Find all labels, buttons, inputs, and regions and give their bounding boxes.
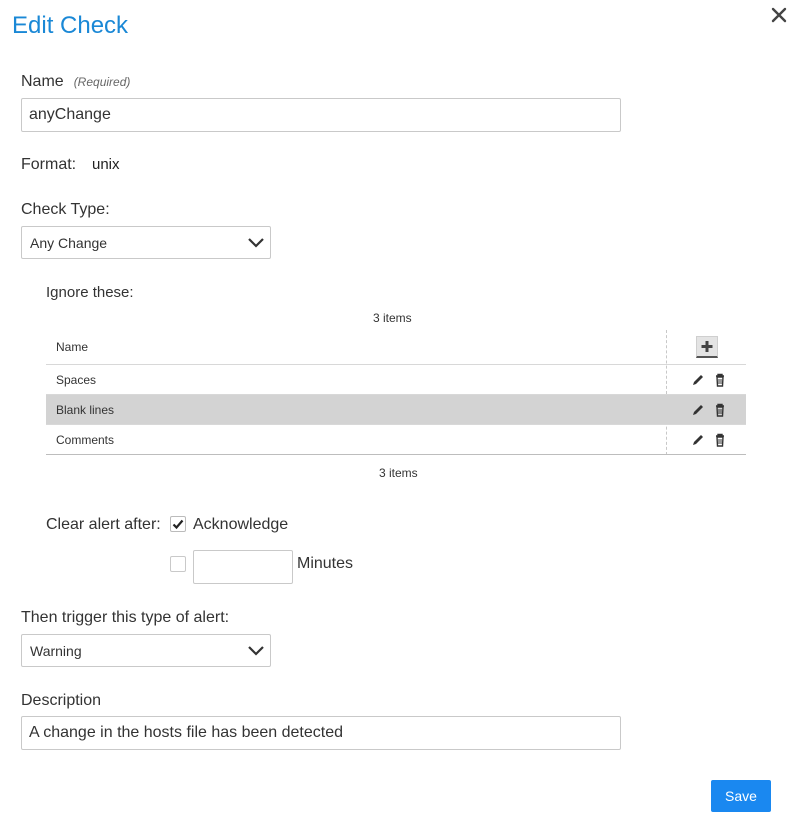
close-icon[interactable] bbox=[768, 4, 790, 26]
add-item-button[interactable] bbox=[696, 336, 718, 358]
checkmark-icon bbox=[172, 519, 184, 530]
table-row[interactable]: Blank lines bbox=[46, 395, 746, 425]
name-label-group: Name (Required) bbox=[21, 73, 130, 91]
ignore-label: Ignore these: bbox=[46, 284, 134, 301]
pencil-icon[interactable] bbox=[691, 373, 705, 387]
check-type-select[interactable]: Any Change bbox=[21, 226, 271, 259]
trash-icon[interactable] bbox=[713, 403, 727, 417]
acknowledge-label: Acknowledge bbox=[193, 516, 289, 533]
alert-type-select[interactable]: Warning bbox=[21, 634, 271, 667]
trash-icon[interactable] bbox=[713, 373, 727, 387]
chevron-down-icon bbox=[248, 646, 264, 656]
minutes-checkbox[interactable] bbox=[170, 556, 186, 572]
required-hint: (Required) bbox=[73, 75, 131, 89]
plus-icon bbox=[701, 341, 713, 352]
check-type-value: Any Change bbox=[30, 234, 108, 251]
column-header-name: Name bbox=[56, 340, 89, 354]
items-count-top: 3 items bbox=[373, 311, 412, 325]
name-label: Name bbox=[21, 73, 64, 90]
format-value: unix bbox=[92, 156, 120, 173]
alert-type-value: Warning bbox=[30, 642, 82, 659]
alert-type-label: Then trigger this type of alert: bbox=[21, 609, 230, 626]
row-name: Spaces bbox=[56, 373, 97, 387]
description-input[interactable] bbox=[21, 716, 621, 750]
chevron-down-icon bbox=[248, 238, 264, 248]
acknowledge-checkbox[interactable] bbox=[170, 516, 186, 532]
minutes-label: Minutes bbox=[297, 555, 354, 572]
trash-icon[interactable] bbox=[713, 433, 727, 447]
table-row[interactable]: Comments bbox=[46, 425, 746, 455]
clear-alert-label: Clear alert after: bbox=[46, 516, 161, 533]
table-row[interactable]: Spaces bbox=[46, 365, 746, 395]
items-count-bottom: 3 items bbox=[379, 466, 418, 480]
format-label: Format: bbox=[21, 156, 77, 173]
name-input[interactable] bbox=[21, 98, 621, 132]
description-label: Description bbox=[21, 692, 102, 709]
save-button[interactable]: Save bbox=[711, 780, 771, 812]
row-name: Comments bbox=[56, 433, 115, 447]
table-header: Name bbox=[46, 330, 746, 365]
dialog-title: Edit Check bbox=[12, 12, 129, 39]
pencil-icon[interactable] bbox=[691, 433, 705, 447]
minutes-input[interactable] bbox=[193, 550, 293, 584]
row-name: Blank lines bbox=[56, 403, 115, 417]
pencil-icon[interactable] bbox=[691, 403, 705, 417]
check-type-label: Check Type: bbox=[21, 201, 110, 218]
